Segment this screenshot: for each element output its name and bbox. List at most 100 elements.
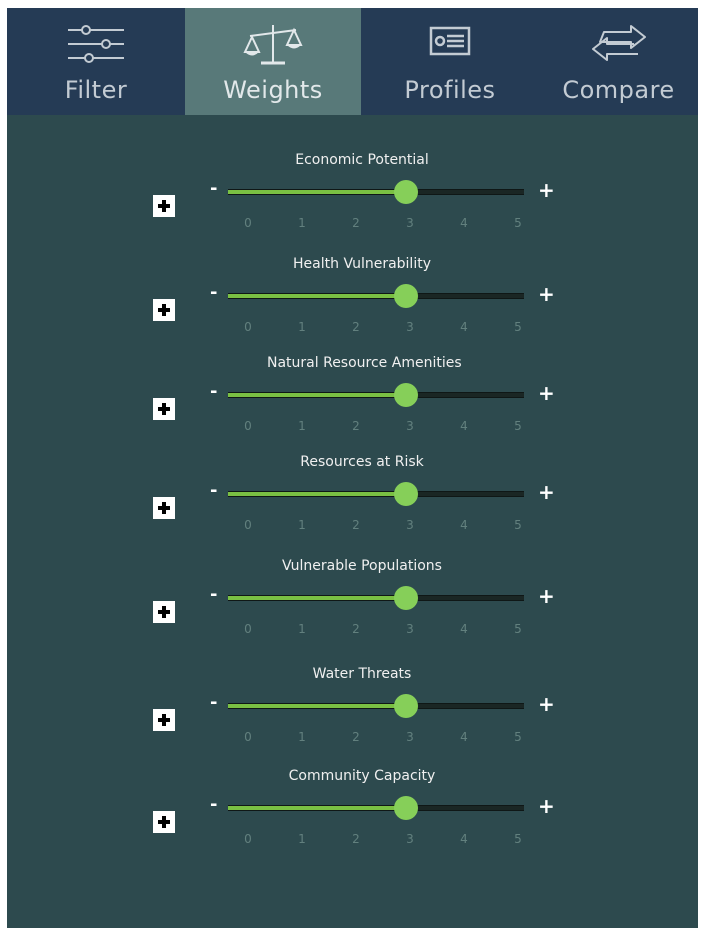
tab-weights[interactable]: Weights bbox=[185, 8, 361, 115]
tab-profiles[interactable]: Profiles bbox=[361, 8, 539, 115]
expand-plus-button[interactable] bbox=[153, 811, 175, 833]
weight-slider-group: Community Capacity - +0 1 2 3 4 5 bbox=[7, 768, 698, 873]
slider-tick-label: 1 bbox=[298, 419, 306, 433]
expand-plus-button[interactable] bbox=[153, 299, 175, 321]
decrease-label: - bbox=[210, 584, 218, 605]
slider-tick-label: 5 bbox=[514, 419, 522, 433]
slider-tick-label: 5 bbox=[514, 832, 522, 846]
slider-tick-label: 5 bbox=[514, 518, 522, 532]
weight-slider-thumb[interactable] bbox=[393, 482, 418, 506]
slider-tick-label: 3 bbox=[406, 518, 414, 532]
weight-slider-fill bbox=[228, 806, 406, 810]
slider-tick-label: 0 bbox=[244, 622, 252, 636]
slider-tick-label: 2 bbox=[352, 320, 360, 334]
weight-slider-group: Resources at Risk - +0 1 2 3 4 5 bbox=[7, 454, 698, 559]
weight-slider-track[interactable] bbox=[228, 694, 524, 718]
slider-tick-label: 4 bbox=[460, 832, 468, 846]
weight-slider-fill bbox=[228, 704, 406, 708]
slider-tick-label: 0 bbox=[244, 216, 252, 230]
slider-tick-label: 2 bbox=[352, 518, 360, 532]
slider-tick-label: 1 bbox=[298, 622, 306, 636]
slider-tick-label: 4 bbox=[460, 518, 468, 532]
tab-compare[interactable]: Compare bbox=[539, 8, 698, 115]
slider-tick-label: 1 bbox=[298, 832, 306, 846]
slider-tick-label: 4 bbox=[460, 320, 468, 334]
expand-plus-button[interactable] bbox=[153, 195, 175, 217]
weight-slider-thumb[interactable] bbox=[393, 284, 418, 308]
decrease-label: - bbox=[210, 692, 218, 713]
slider-tick-label: 4 bbox=[460, 622, 468, 636]
weight-slider-thumb[interactable] bbox=[393, 586, 418, 610]
weight-slider-thumb[interactable] bbox=[393, 180, 418, 204]
weight-slider-thumb[interactable] bbox=[393, 694, 418, 718]
id-card-icon bbox=[361, 22, 539, 70]
increase-label: + bbox=[538, 692, 555, 716]
increase-label: + bbox=[538, 381, 555, 405]
increase-label: + bbox=[538, 282, 555, 306]
expand-plus-button[interactable] bbox=[153, 398, 175, 420]
tab-filter[interactable]: Filter bbox=[7, 8, 185, 115]
slider-tick-label: 3 bbox=[406, 320, 414, 334]
weight-title: Vulnerable Populations bbox=[282, 558, 442, 574]
weight-slider-group: Economic Potential - +0 1 2 3 4 5 bbox=[7, 152, 698, 257]
slider-tick-label: 4 bbox=[460, 216, 468, 230]
decrease-label: - bbox=[210, 794, 218, 815]
weight-slider-track[interactable] bbox=[228, 796, 524, 820]
slider-tick-label: 5 bbox=[514, 730, 522, 744]
balance-scale-icon bbox=[185, 22, 361, 70]
decrease-label: - bbox=[210, 480, 218, 501]
slider-tick-label: 2 bbox=[352, 419, 360, 433]
slider-tick-label: 3 bbox=[406, 832, 414, 846]
weight-slider-fill bbox=[228, 393, 406, 397]
weight-title: Resources at Risk bbox=[300, 454, 424, 470]
weight-title: Natural Resource Amenities bbox=[267, 355, 462, 371]
slider-tick-label: 2 bbox=[352, 622, 360, 636]
slider-tick-label: 1 bbox=[298, 320, 306, 334]
swap-arrows-icon bbox=[539, 22, 698, 70]
expand-plus-button[interactable] bbox=[153, 601, 175, 623]
weight-slider-group: Water Threats - +0 1 2 3 4 5 bbox=[7, 666, 698, 771]
weight-slider-fill bbox=[228, 190, 406, 194]
weight-slider-thumb[interactable] bbox=[393, 383, 418, 407]
slider-tick-label: 3 bbox=[406, 622, 414, 636]
weight-slider-group: Natural Resource Amenities - +0 1 2 3 4 5 bbox=[7, 355, 698, 460]
slider-tick-label: 0 bbox=[244, 518, 252, 532]
slider-tick-label: 0 bbox=[244, 419, 252, 433]
slider-tick-label: 3 bbox=[406, 730, 414, 744]
weight-slider-fill bbox=[228, 294, 406, 298]
weight-slider-thumb[interactable] bbox=[393, 796, 418, 820]
slider-tick-label: 3 bbox=[406, 419, 414, 433]
weight-slider-track[interactable] bbox=[228, 383, 524, 407]
tab-compare-label: Compare bbox=[562, 76, 675, 104]
weights-panel: Filter Weights Profiles Compare Economic… bbox=[7, 8, 698, 928]
decrease-label: - bbox=[210, 178, 218, 199]
weight-slider-track[interactable] bbox=[228, 586, 524, 610]
slider-tick-label: 5 bbox=[514, 320, 522, 334]
decrease-label: - bbox=[210, 282, 218, 303]
tab-filter-label: Filter bbox=[64, 76, 128, 104]
slider-tick-label: 2 bbox=[352, 730, 360, 744]
slider-tick-label: 1 bbox=[298, 730, 306, 744]
weight-slider-track[interactable] bbox=[228, 180, 524, 204]
sliders-icon bbox=[7, 22, 185, 70]
slider-tick-label: 5 bbox=[514, 622, 522, 636]
weight-slider-fill bbox=[228, 596, 406, 600]
weight-slider-track[interactable] bbox=[228, 482, 524, 506]
weight-slider-group: Vulnerable Populations - +0 1 2 3 4 5 bbox=[7, 558, 698, 663]
decrease-label: - bbox=[210, 381, 218, 402]
slider-tick-label: 0 bbox=[244, 730, 252, 744]
expand-plus-button[interactable] bbox=[153, 497, 175, 519]
tab-weights-label: Weights bbox=[223, 76, 323, 104]
slider-tick-label: 3 bbox=[406, 216, 414, 230]
increase-label: + bbox=[538, 584, 555, 608]
slider-tick-label: 2 bbox=[352, 832, 360, 846]
increase-label: + bbox=[538, 794, 555, 818]
slider-tick-label: 5 bbox=[514, 216, 522, 230]
slider-tick-label: 4 bbox=[460, 730, 468, 744]
expand-plus-button[interactable] bbox=[153, 709, 175, 731]
weight-title: Water Threats bbox=[312, 666, 412, 682]
slider-tick-label: 1 bbox=[298, 216, 306, 230]
slider-tick-label: 2 bbox=[352, 216, 360, 230]
weight-slider-track[interactable] bbox=[228, 284, 524, 308]
weight-slider-group: Health Vulnerability - +0 1 2 3 4 5 bbox=[7, 256, 698, 361]
